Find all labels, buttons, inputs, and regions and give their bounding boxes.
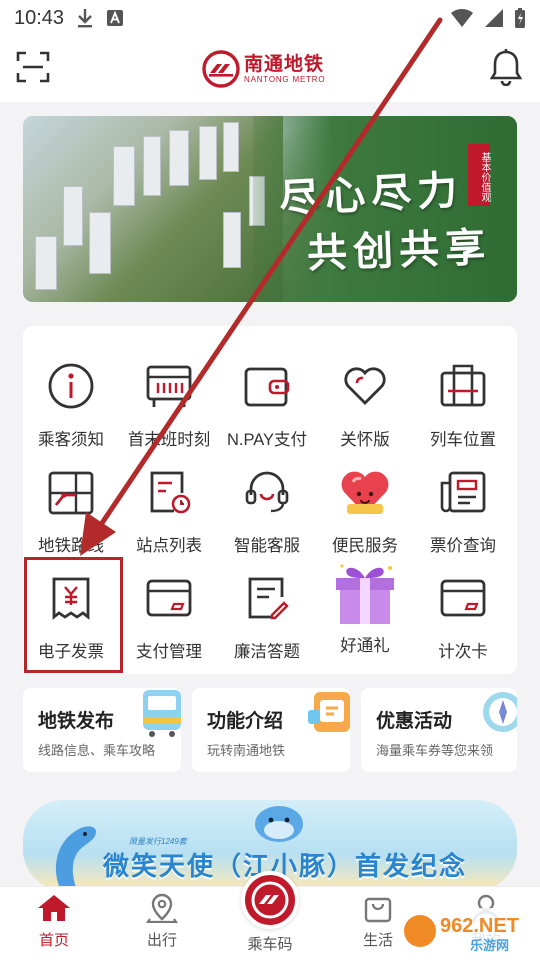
train-illustration-icon [143, 690, 181, 737]
timetable-icon [146, 365, 192, 407]
location-pin-icon [146, 893, 178, 923]
bell-icon [489, 49, 523, 87]
signal-icon [485, 9, 503, 27]
heart-icon [344, 367, 386, 405]
info-card-subtitle: 玩转南通地铁 [207, 743, 286, 758]
service-label: 票价查询 [430, 537, 496, 555]
service-npay[interactable]: N.PAY支付 [219, 350, 315, 456]
logo-chinese-text: 南通地铁 [244, 53, 325, 75]
service-convenience[interactable]: 便民服务 [317, 456, 413, 562]
status-bar: 10:43 [0, 0, 540, 36]
service-label: 廉洁答题 [234, 643, 300, 661]
service-label: 智能客服 [234, 537, 300, 555]
status-time: 10:43 [14, 6, 65, 29]
scan-icon [16, 51, 50, 83]
heart-3d-icon [341, 471, 389, 514]
info-card-title: 优惠活动 [376, 711, 453, 732]
metro-logo-icon [202, 50, 240, 88]
city-aerial-image [23, 116, 283, 302]
banner-slogan-line2: 共创共享 [306, 223, 492, 278]
station-list-icon [150, 471, 191, 514]
info-card-title: 地铁发布 [38, 711, 115, 732]
service-fare-query[interactable]: 票价查询 [415, 456, 511, 562]
service-e-invoice[interactable]: 电子发票 [23, 562, 119, 668]
nav-label: 出行 [146, 932, 177, 949]
info-card-promotions[interactable]: 优惠活动 海量乘车券等您来领 [361, 688, 517, 772]
service-label: 计次卡 [438, 643, 488, 661]
compass-illustration-icon [483, 692, 517, 732]
service-label: 地铁路线 [38, 537, 104, 555]
dolphin-mascot-icon [255, 806, 303, 842]
wallet-icon [244, 367, 290, 407]
service-label: N.PAY支付 [226, 431, 308, 449]
quiz-icon [248, 577, 289, 620]
service-count-card[interactable]: 计次卡 [415, 562, 511, 668]
info-card-features[interactable]: 功能介绍 玩转南通地铁 [192, 688, 350, 772]
count-card-icon [440, 579, 486, 617]
hero-banner[interactable]: 尽心尽力 共创共享 基本价值观 [23, 116, 517, 302]
service-gift[interactable]: 好通礼 [317, 548, 413, 655]
banner-slogan-line1: 尽心尽力 [278, 166, 465, 223]
info-card-subtitle: 线路信息、乘车攻略 [38, 743, 156, 758]
app-header: 南通地铁 NANTONG METRO [0, 36, 540, 102]
notification-button[interactable] [488, 48, 524, 87]
service-station-list[interactable]: 站点列表 [121, 456, 217, 562]
metro-logo-icon [251, 881, 289, 919]
service-metro-route[interactable]: 地铁路线 [23, 456, 119, 562]
invoice-icon [52, 577, 90, 620]
battery-charging-icon [515, 8, 525, 28]
banner-seal: 基本价值观 [468, 144, 490, 206]
nav-label: 首页 [38, 932, 69, 949]
shopping-bag-icon [364, 897, 392, 923]
service-label: 好通礼 [340, 637, 390, 655]
service-label: 首末班时刻 [127, 431, 211, 449]
service-passenger-notice[interactable]: 乘客须知 [23, 350, 119, 456]
info-card-subtitle: 海量乘车券等您来领 [376, 743, 494, 758]
dolphin-illustration-icon [55, 826, 97, 890]
wifi-icon [451, 8, 473, 27]
info-card-title: 功能介绍 [207, 711, 284, 732]
headset-icon [245, 471, 289, 513]
service-label: 电子发票 [38, 643, 104, 661]
service-train-position[interactable]: 列车位置 [415, 350, 511, 456]
service-label: 列车位置 [430, 431, 496, 449]
home-icon [38, 895, 70, 921]
service-label: 关怀版 [340, 431, 390, 449]
nantong-metro-logo: 南通地铁 NANTONG METRO [202, 50, 325, 88]
service-label: 站点列表 [136, 537, 202, 555]
service-grid: 乘客须知 首末班时刻 N.PAY支付 关怀版 列车位置 地铁路线 站点列表 智能… [23, 326, 517, 674]
nav-label-ride-code: 乘车码 [247, 936, 293, 953]
gift-icon [336, 564, 394, 624]
service-label: 支付管理 [136, 643, 202, 661]
scan-button[interactable] [16, 50, 50, 84]
service-integrity-quiz[interactable]: 廉洁答题 [219, 562, 315, 668]
logo-english-text: NANTONG METRO [244, 74, 326, 84]
card-icon [146, 579, 192, 617]
info-circle-icon [48, 363, 94, 409]
service-smart-support[interactable]: 智能客服 [219, 456, 315, 562]
service-payment-management[interactable]: 支付管理 [121, 562, 217, 668]
nav-travel[interactable]: 出行 [122, 893, 202, 950]
function-illustration-icon [308, 692, 350, 732]
nav-ride-code-button[interactable] [241, 871, 299, 929]
service-timetable[interactable]: 首末班时刻 [121, 350, 217, 456]
info-card-metro-news[interactable]: 地铁发布 线路信息、乘车攻略 [23, 688, 181, 772]
download-icon [78, 9, 93, 28]
svg-text:962.NET: 962.NET [440, 915, 519, 937]
nav-label: 生活 [362, 932, 393, 949]
train-position-icon [440, 364, 486, 407]
nav-home[interactable]: 首页 [14, 893, 94, 950]
watermark-logo: 962.NET 乐游网 [400, 908, 534, 954]
service-care-mode[interactable]: 关怀版 [317, 350, 413, 456]
fare-query-icon [440, 471, 486, 513]
svg-text:乐游网: 乐游网 [470, 938, 509, 954]
metro-route-icon [48, 471, 94, 515]
text-notification-icon [107, 10, 124, 26]
service-label: 乘客须知 [38, 431, 104, 449]
